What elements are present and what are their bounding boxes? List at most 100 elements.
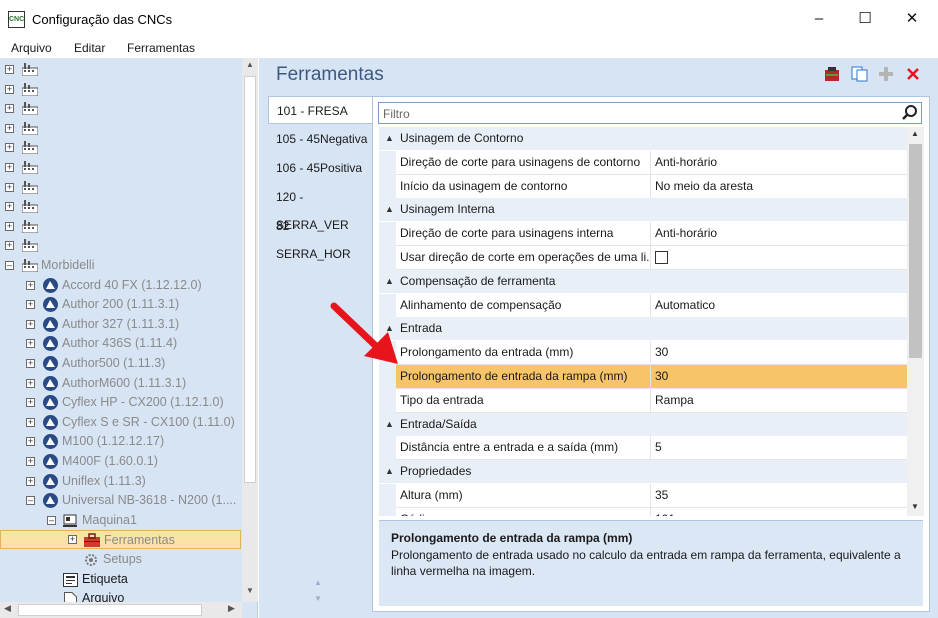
property-row[interactable]: Altura (mm) 35 bbox=[379, 484, 907, 508]
delete-icon[interactable] bbox=[906, 67, 920, 81]
tree-node-unnamed[interactable]: + bbox=[0, 158, 240, 177]
property-row[interactable]: Direção de corte para usinagens de conto… bbox=[379, 150, 907, 175]
tab-82-serra-hor[interactable]: 82 - SERRA_HOR bbox=[268, 212, 372, 261]
property-row[interactable]: Alinhamento de compensação Automatico bbox=[379, 293, 907, 318]
property-name[interactable]: Alinhamento de compensação bbox=[396, 293, 651, 318]
collapse-icon[interactable]: – bbox=[26, 496, 35, 506]
tree-node-machine[interactable]: + Cyflex HP - CX200 (1.12.1.0) bbox=[0, 393, 240, 412]
tree-node-ferramentas[interactable]: + Ferramentas bbox=[0, 530, 241, 550]
property-row[interactable]: Distância entre a entrada e a saída (mm)… bbox=[379, 436, 907, 461]
property-value[interactable]: 5 bbox=[651, 436, 907, 461]
property-value[interactable]: 30 bbox=[651, 365, 907, 389]
collapse-arrow-icon[interactable]: ▲ bbox=[385, 198, 394, 221]
property-value[interactable] bbox=[651, 246, 907, 270]
maximize-button[interactable]: ☐ bbox=[842, 0, 888, 38]
tree-node-unnamed[interactable]: + bbox=[0, 60, 240, 79]
expand-icon[interactable]: + bbox=[5, 221, 14, 231]
tree-node-machine[interactable]: – Universal NB-3618 - N200 (1.... bbox=[0, 491, 240, 510]
expand-icon[interactable]: + bbox=[26, 476, 35, 486]
expand-icon[interactable]: + bbox=[5, 163, 14, 172]
menu-editar[interactable]: Editar bbox=[74, 41, 105, 55]
tree-node-unnamed[interactable]: + bbox=[0, 178, 240, 197]
collapse-icon[interactable]: – bbox=[47, 515, 56, 525]
tree-node-machine[interactable]: + Author500 (1.11.3) bbox=[0, 354, 240, 373]
category-header[interactable]: ▲ Entrada bbox=[379, 317, 907, 341]
property-grid[interactable]: ▲ Usinagem de Contorno Direção de corte pa… bbox=[379, 127, 907, 516]
expand-icon[interactable]: + bbox=[5, 182, 14, 192]
search-icon[interactable] bbox=[902, 105, 918, 121]
property-name[interactable]: Distância entre a entrada e a saída (mm) bbox=[396, 436, 651, 461]
tab-105-45negativa[interactable]: 105 - 45Negativa bbox=[268, 125, 372, 153]
property-name[interactable]: Usar direção de corte em operações de um… bbox=[396, 246, 651, 270]
tree-node-morbidelli[interactable]: – Morbidelli bbox=[0, 256, 240, 275]
expand-icon[interactable]: + bbox=[26, 398, 35, 408]
expand-icon[interactable]: + bbox=[26, 378, 35, 388]
expand-icon[interactable]: + bbox=[26, 457, 35, 466]
tree-node-machine[interactable]: + Author 200 (1.11.3.1) bbox=[0, 295, 240, 314]
category-header[interactable]: ▲ Usinagem Interna bbox=[379, 198, 907, 222]
property-name[interactable]: Tipo da entrada bbox=[396, 388, 651, 413]
expand-icon[interactable]: + bbox=[26, 300, 35, 310]
tree-node-etiqueta[interactable]: Etiqueta bbox=[0, 570, 240, 589]
add-icon[interactable] bbox=[878, 66, 894, 82]
category-header[interactable]: ▲ Compensação de ferramenta bbox=[379, 269, 907, 293]
expand-icon[interactable]: + bbox=[26, 417, 35, 427]
collapse-arrow-icon[interactable]: ▲ bbox=[385, 413, 394, 436]
property-value[interactable]: No meio da aresta bbox=[651, 174, 907, 199]
tab-101-fresa[interactable]: 101 - FRESA bbox=[268, 96, 372, 124]
property-name[interactable]: Prolongamento de entrada da rampa (mm) bbox=[396, 365, 651, 389]
expand-icon[interactable]: + bbox=[5, 202, 14, 212]
tree-node-machine[interactable]: + Accord 40 FX (1.12.12.0) bbox=[0, 276, 240, 295]
scroll-thumb[interactable] bbox=[244, 76, 256, 483]
grid-scroll-thumb[interactable] bbox=[909, 144, 922, 358]
expand-icon[interactable]: + bbox=[5, 123, 14, 133]
property-row[interactable]: Prolongamento de entrada da rampa (mm) 30 bbox=[379, 365, 907, 389]
tree-node-unnamed[interactable]: + bbox=[0, 119, 240, 138]
tree-node-unnamed[interactable]: + bbox=[0, 80, 240, 99]
expand-icon[interactable]: + bbox=[5, 143, 14, 153]
hscroll-thumb[interactable] bbox=[18, 604, 202, 616]
menu-ferramentas[interactable]: Ferramentas bbox=[127, 41, 195, 55]
filter-input[interactable]: Filtro bbox=[378, 102, 922, 124]
tree-node-unnamed[interactable]: + bbox=[0, 236, 240, 255]
property-value[interactable]: 30 bbox=[651, 341, 907, 366]
expand-icon[interactable]: + bbox=[26, 437, 35, 447]
collapse-icon[interactable]: – bbox=[5, 261, 14, 270]
property-name[interactable]: Direção de corte para usinagens interna bbox=[396, 222, 651, 247]
tree-node-unnamed[interactable]: + bbox=[0, 138, 240, 157]
tree-node-unnamed[interactable]: + bbox=[0, 197, 240, 216]
minimize-button[interactable]: – bbox=[796, 0, 842, 38]
property-row[interactable]: Código101 bbox=[379, 507, 907, 516]
category-header[interactable]: ▲ Propriedades bbox=[379, 460, 907, 484]
expand-icon[interactable]: + bbox=[26, 280, 35, 290]
expand-icon[interactable]: + bbox=[26, 359, 35, 368]
tree-node-machine[interactable]: + Uniflex (1.11.3) bbox=[0, 472, 240, 491]
property-name[interactable]: Direção de corte para usinagens de conto… bbox=[396, 150, 651, 175]
collapse-arrow-icon[interactable]: ▲ bbox=[385, 460, 394, 483]
tree-node-machine[interactable]: + Author 327 (1.11.3.1) bbox=[0, 315, 240, 334]
category-header[interactable]: ▲ Entrada/Saída bbox=[379, 412, 907, 436]
tree-node-machine[interactable]: + M100 (1.12.12.17) bbox=[0, 432, 240, 451]
tab-120-serra-ver[interactable]: 120 - SERRA_VER bbox=[268, 183, 372, 232]
scroll-up-icon[interactable]: ▲ bbox=[246, 60, 254, 69]
category-header[interactable]: ▲ Usinagem de Contorno bbox=[379, 127, 907, 150]
property-name[interactable]: Altura (mm) bbox=[396, 484, 651, 508]
scroll-down-icon[interactable]: ▼ bbox=[246, 586, 254, 595]
property-name[interactable]: Início da usinagem de contorno bbox=[396, 174, 651, 199]
collapse-arrow-icon[interactable]: ▲ bbox=[385, 270, 394, 293]
tree-node-machine[interactable]: + Author 436S (1.11.4) bbox=[0, 334, 240, 353]
expand-icon[interactable]: + bbox=[5, 84, 14, 94]
property-value[interactable]: Automatico bbox=[651, 293, 907, 318]
property-value[interactable]: Rampa bbox=[651, 388, 907, 413]
tree-node-machine[interactable]: + AuthorM600 (1.11.3.1) bbox=[0, 374, 240, 393]
property-row[interactable]: Tipo da entrada Rampa bbox=[379, 388, 907, 413]
tab-106-45positiva[interactable]: 106 - 45Positiva bbox=[268, 154, 372, 182]
expand-icon[interactable]: + bbox=[5, 104, 14, 114]
expand-icon[interactable]: + bbox=[68, 535, 77, 545]
tree-node-machine[interactable]: + Cyflex S e SR - CX100 (1.11.0) bbox=[0, 413, 240, 432]
property-value[interactable]: Anti-horário bbox=[651, 150, 907, 175]
property-row[interactable]: Início da usinagem de contorno No meio da… bbox=[379, 174, 907, 199]
property-row[interactable]: Prolongamento da entrada (mm) 30 bbox=[379, 341, 907, 366]
grid-scroll-up-icon[interactable]: ▲ bbox=[911, 129, 919, 138]
tree-vertical-scrollbar[interactable]: ▲ ▼ bbox=[242, 58, 258, 602]
